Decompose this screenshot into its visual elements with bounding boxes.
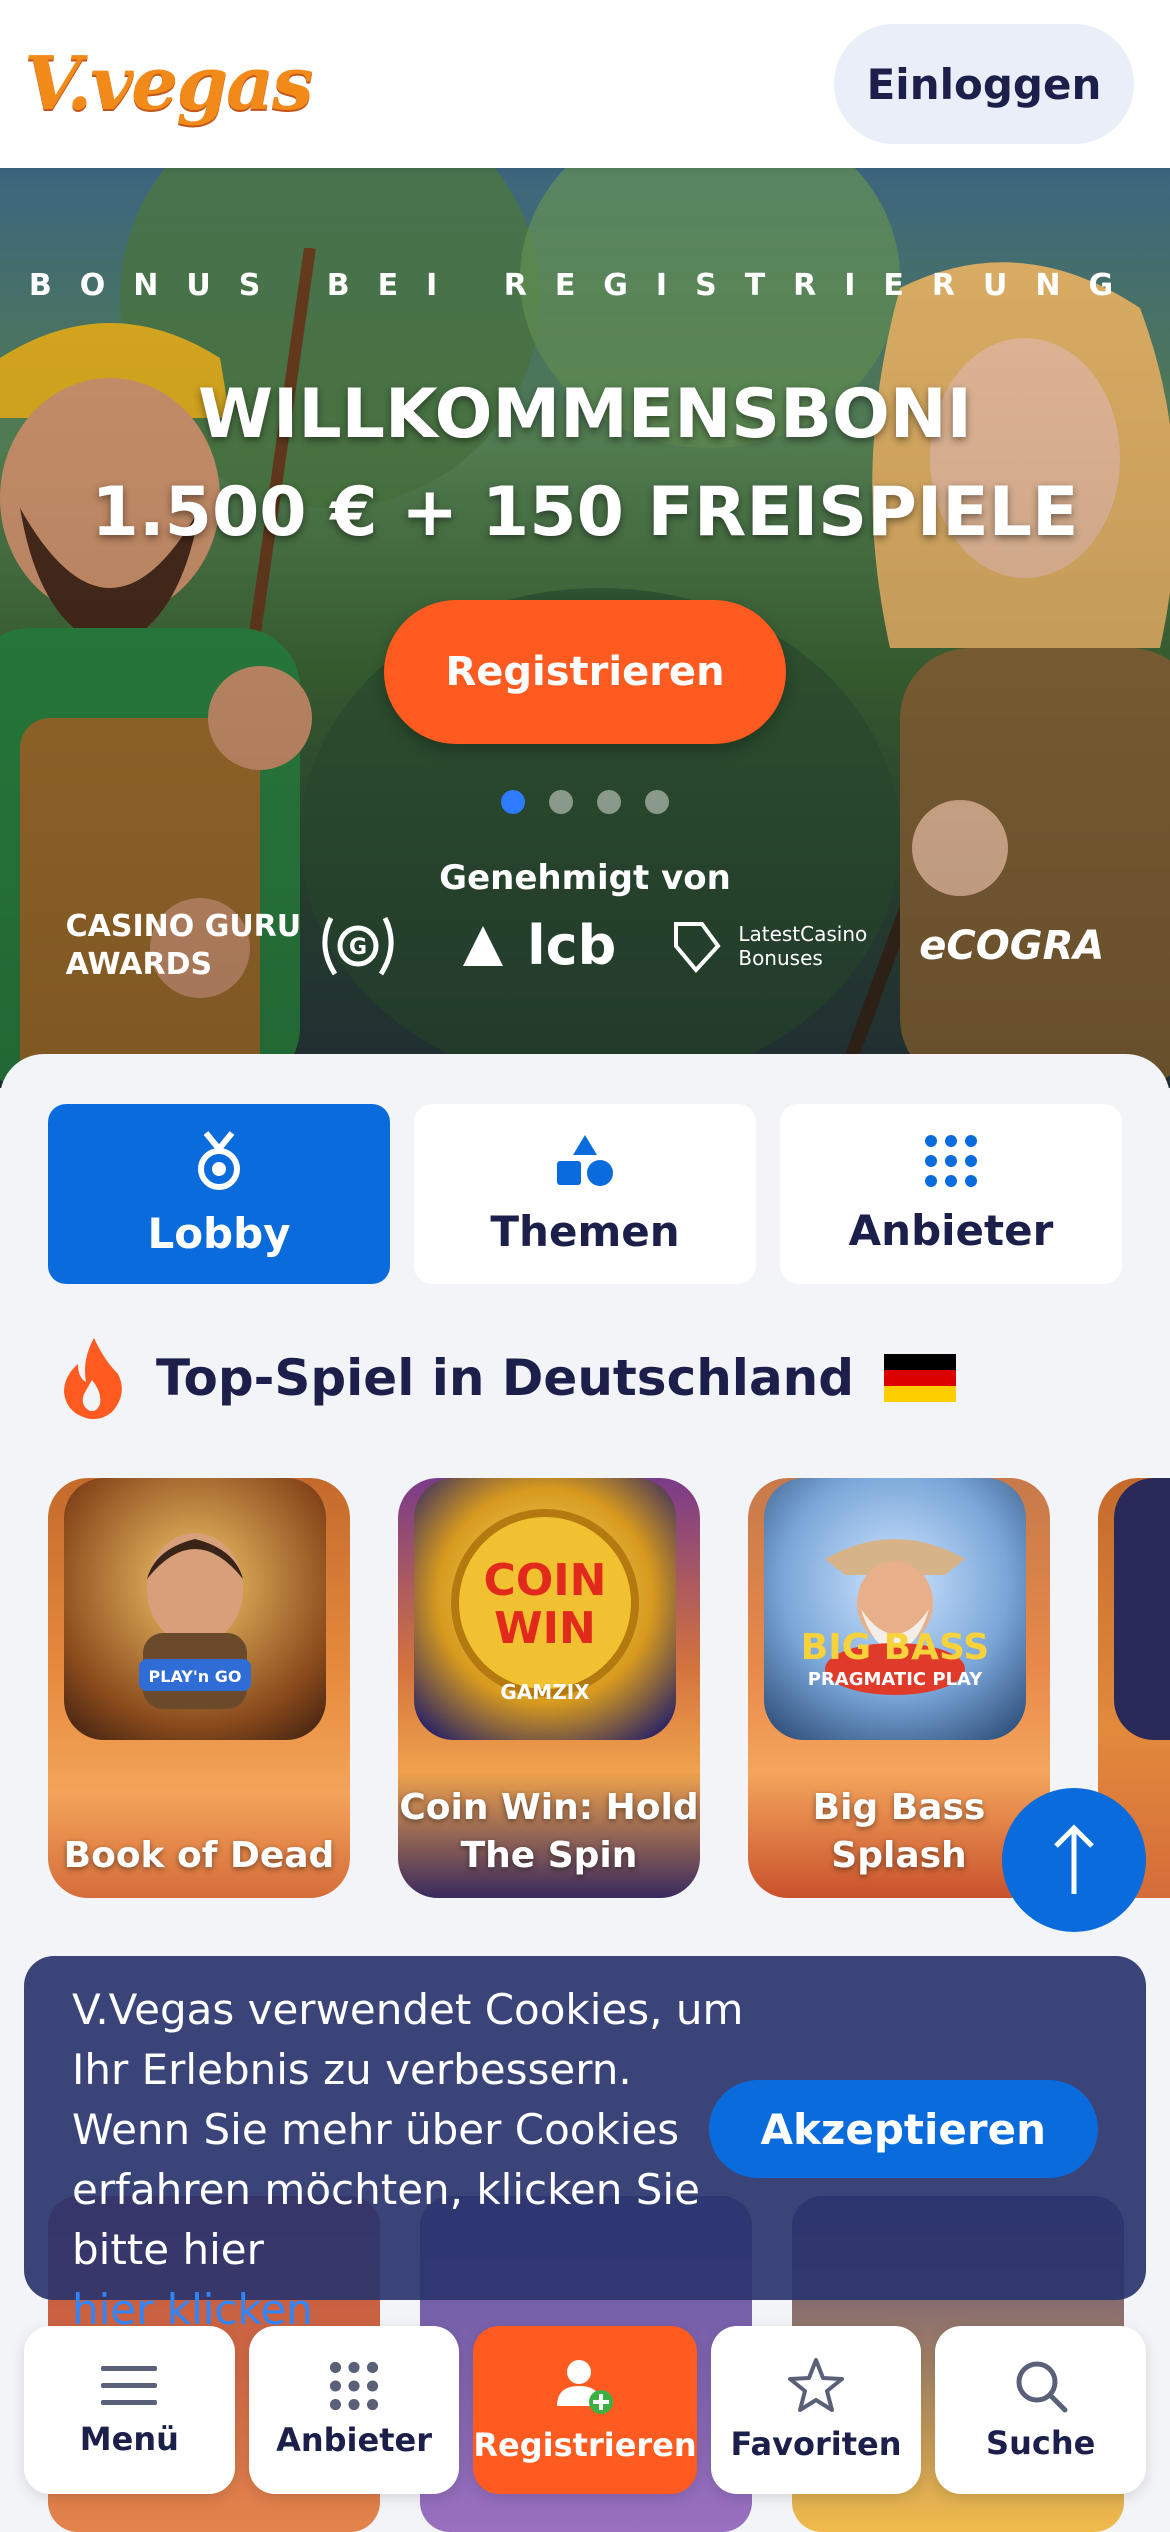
game-title: Book of Dead xyxy=(63,1835,335,1876)
cookie-banner: V.Vegas verwendet Cookies, um Ihr Erlebn… xyxy=(24,1956,1146,2334)
svg-text:BIG BASS: BIG BASS xyxy=(801,1627,989,1668)
hero-register-button[interactable]: Registrieren xyxy=(384,600,786,744)
casino-guru-awards-logo: CASINO GURU AWARDS G xyxy=(66,908,402,984)
shapes-icon xyxy=(557,1134,613,1186)
game-provider-label: PLAY'n GO xyxy=(149,1667,242,1686)
hero-eyebrow: BONUS BEI REGISTRIERUNG xyxy=(28,268,1142,303)
game-card-coin-win[interactable]: COIN WIN GAMZIX Coin Win: Hold The Spin xyxy=(398,1478,700,1898)
tab-anbieter[interactable]: Anbieter xyxy=(780,1104,1122,1284)
nav-menu-label: Menü xyxy=(79,2420,179,2458)
medal-icon xyxy=(198,1130,240,1190)
carousel-dots xyxy=(0,790,1170,814)
nav-suche-label: Suche xyxy=(986,2424,1096,2462)
nav-registrieren[interactable]: Registrieren xyxy=(473,2326,697,2494)
category-tabs: Lobby Themen Anbieter xyxy=(48,1104,1122,1284)
login-button[interactable]: Einloggen xyxy=(834,24,1134,144)
search-icon xyxy=(1016,2361,1068,2413)
tag-icon xyxy=(674,922,721,974)
nav-suche[interactable]: Suche xyxy=(935,2326,1147,2494)
grid-icon xyxy=(925,1134,977,1187)
nav-favoriten[interactable]: Favoriten xyxy=(710,2326,922,2494)
svg-text:G: G xyxy=(349,935,367,960)
big-bass-art: BIG BASS PRAGMATIC PLAY xyxy=(801,1539,989,1695)
tab-themen-label: Themen xyxy=(490,1206,680,1256)
top-games-header: Top-Spiel in Deutschland xyxy=(60,1336,957,1420)
latest-casino-line1: LatestCasino xyxy=(738,922,868,946)
game-thumbnail: COIN WIN GAMZIX xyxy=(414,1478,676,1740)
flame-icon xyxy=(64,1338,122,1420)
lcb-logo: lcb xyxy=(453,916,616,976)
hero-title: WILLKOMMENSBONI 1.500 € + 150 FREISPIELE xyxy=(0,366,1170,562)
game-thumbnail: PLAY'n GO xyxy=(64,1478,326,1740)
tab-anbieter-label: Anbieter xyxy=(848,1205,1054,1255)
carousel-dot-4[interactable] xyxy=(645,790,669,814)
nav-menu[interactable]: Menü xyxy=(24,2326,235,2494)
book-of-dead-art: PLAY'n GO xyxy=(139,1533,251,1709)
tab-lobby[interactable]: Lobby xyxy=(48,1104,390,1284)
nav-anbieter-label: Anbieter xyxy=(276,2421,432,2459)
carousel-dot-2[interactable] xyxy=(549,790,573,814)
carousel-dot-1[interactable] xyxy=(501,790,525,814)
nav-anbieter[interactable]: Anbieter xyxy=(248,2326,460,2494)
section-title: Top-Spiel in Deutschland xyxy=(156,1349,855,1407)
arrow-up-icon xyxy=(1054,1824,1094,1894)
laurel-icon: G xyxy=(322,916,394,976)
hero-banner[interactable]: BONUS BEI REGISTRIERUNG WILLKOMMENSBONI … xyxy=(0,168,1170,1088)
tab-themen[interactable]: Themen xyxy=(414,1104,756,1284)
grid-icon xyxy=(329,2361,379,2411)
cookie-text: V.Vegas verwendet Cookies, um Ihr Erlebn… xyxy=(72,1985,744,2274)
vvegas-logo[interactable]: V.vegas xyxy=(24,41,314,127)
latest-casino-line2: Bonuses xyxy=(738,946,823,970)
nav-favoriten-label: Favoriten xyxy=(730,2425,902,2463)
svg-text:COIN: COIN xyxy=(484,1555,607,1606)
add-user-icon xyxy=(557,2360,614,2414)
game-provider-label: GAMZIX xyxy=(500,1680,590,1704)
nav-registrieren-label: Registrieren xyxy=(473,2426,697,2464)
svg-text:WIN: WIN xyxy=(494,1603,596,1654)
coin-win-art: COIN WIN GAMZIX xyxy=(451,1509,639,1704)
lcb-mark-icon xyxy=(463,926,504,966)
game-provider-label: PRAGMATIC PLAY xyxy=(808,1669,984,1690)
game-thumbnail: BIG BASS PRAGMATIC PLAY xyxy=(764,1478,1026,1740)
casino-guru-line2: AWARDS xyxy=(65,947,213,982)
lcb-text: lcb xyxy=(527,914,617,977)
hamburger-icon xyxy=(101,2366,158,2405)
ecogra-logo: eCOGRA xyxy=(919,923,1105,969)
bottom-navigation: Menü Anbieter Registrieren Favoriten Suc… xyxy=(24,2326,1147,2494)
game-title: Coin Win: Hold The Spin xyxy=(399,1787,699,1876)
game-card-book-of-dead[interactable]: PLAY'n GO Book of Dead xyxy=(48,1478,350,1898)
carousel-dot-3[interactable] xyxy=(597,790,621,814)
tab-lobby-label: Lobby xyxy=(147,1208,291,1258)
game-thumbnail xyxy=(1114,1478,1170,1740)
hero-title-line1: WILLKOMMENSBONI xyxy=(198,375,972,454)
casino-guru-line1: CASINO GURU xyxy=(65,909,302,944)
cookie-message: V.Vegas verwendet Cookies, um Ihr Erlebn… xyxy=(72,1980,752,2340)
hero-title-line2: 1.500 € + 150 FREISPIELE xyxy=(91,473,1079,552)
ecogra-text: eCOGRA xyxy=(919,923,1105,969)
star-icon xyxy=(788,2358,844,2412)
scroll-to-top-button[interactable] xyxy=(1002,1788,1146,1932)
game-card-big-bass-splash[interactable]: BIG BASS PRAGMATIC PLAY Big Bass Splash xyxy=(748,1478,1050,1898)
approved-by-label: Genehmigt von xyxy=(439,858,731,898)
top-header: V.vegas Einloggen xyxy=(0,0,1170,168)
accept-cookies-button[interactable]: Akzeptieren xyxy=(708,2080,1098,2178)
awards-row: CASINO GURU AWARDS G lcb LatestCasino Bo… xyxy=(0,908,1170,984)
germany-flag-icon xyxy=(884,1354,957,1402)
latest-casino-bonuses-logo: LatestCasino Bonuses xyxy=(668,916,867,976)
